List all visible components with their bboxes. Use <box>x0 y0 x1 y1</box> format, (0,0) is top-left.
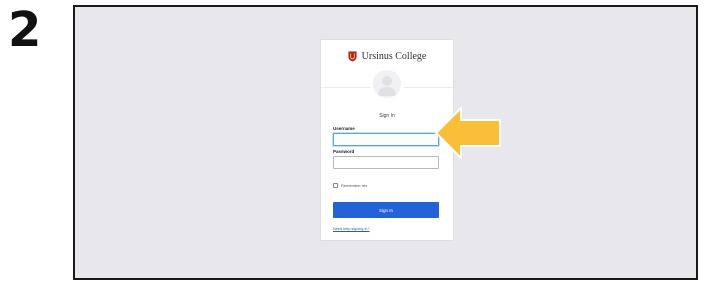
remember-me-label[interactable]: Remember me <box>341 183 367 188</box>
brand-name: Ursinus College <box>361 50 427 62</box>
help-signing-in-link[interactable]: Need help signing in? <box>333 227 370 231</box>
arrow-left-icon <box>435 107 501 159</box>
remember-me-checkbox[interactable] <box>333 183 338 188</box>
remember-me-row[interactable]: Remember me <box>333 183 367 188</box>
sign-in-button[interactable]: Sign In <box>333 202 439 218</box>
step-number: 2 <box>8 2 42 58</box>
screenshot-frame: Ursinus College Sign In Username Passwor… <box>73 5 698 280</box>
password-label: Password <box>333 149 355 154</box>
username-label: Username <box>333 126 355 131</box>
user-avatar-icon <box>373 70 401 98</box>
shield-icon <box>348 51 357 61</box>
username-input[interactable] <box>333 133 439 146</box>
brand-header: Ursinus College <box>321 48 453 64</box>
password-input[interactable] <box>333 156 439 169</box>
